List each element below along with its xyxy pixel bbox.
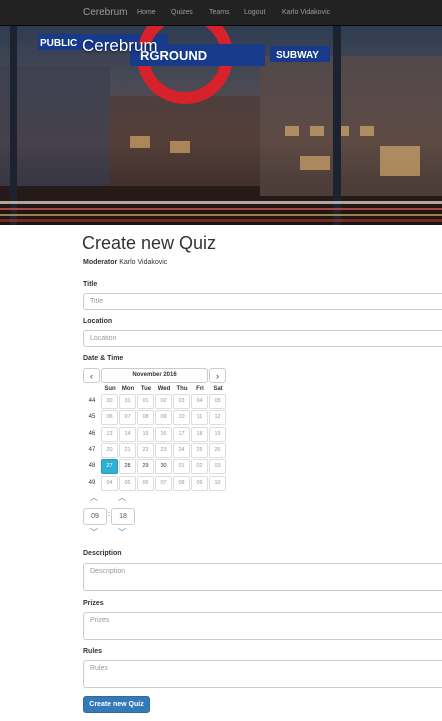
calendar-day[interactable]: 04	[191, 394, 208, 409]
calendar-day[interactable]: 01	[137, 394, 154, 409]
nav-link-quizes[interactable]: Quizes	[171, 9, 193, 16]
nav-link-teams[interactable]: Teams	[209, 9, 230, 16]
title-input[interactable]	[83, 293, 442, 310]
top-navbar: Cerebrum Home Quizes Teams Logout Karlo …	[0, 0, 442, 26]
week-number: 44	[88, 398, 96, 404]
navbar-brand[interactable]: Cerebrum	[83, 7, 127, 18]
calendar-day[interactable]: 09	[191, 475, 208, 491]
nav-link-logout[interactable]: Logout	[244, 9, 265, 16]
weekday-header: Wed	[157, 386, 171, 392]
calendar-day[interactable]: 29	[137, 459, 154, 475]
svg-text:SUBWAY: SUBWAY	[276, 50, 319, 61]
calendar-day[interactable]: 25	[191, 442, 208, 458]
rules-textarea[interactable]	[83, 660, 442, 688]
calendar-day[interactable]: 30	[101, 394, 118, 409]
weekday-header: Mon	[121, 386, 135, 392]
calendar-day[interactable]: 02	[191, 459, 208, 475]
chevron-left-icon: ‹	[90, 370, 93, 381]
calendar-day[interactable]: 05	[209, 394, 226, 409]
week-number: 47	[88, 446, 96, 453]
datetime-label: Date & Time	[83, 355, 124, 362]
calendar-day[interactable]: 23	[155, 442, 172, 458]
week-number: 46	[88, 430, 96, 437]
minute-increment-chevron-up-icon[interactable]: ︿	[112, 492, 132, 503]
location-input[interactable]	[83, 330, 442, 347]
calendar-day[interactable]: 05	[119, 475, 136, 491]
calendar-day[interactable]: 08	[173, 475, 190, 491]
calendar-day[interactable]: 19	[209, 426, 226, 442]
prizes-textarea[interactable]	[83, 612, 442, 640]
calendar-day[interactable]: 30	[155, 459, 172, 475]
location-label: Location	[83, 318, 113, 325]
minute-decrement-chevron-down-icon[interactable]: ﹀	[112, 527, 132, 538]
page-title: Create new Quiz	[82, 233, 217, 253]
calendar-day[interactable]: 10	[209, 475, 226, 491]
calendar-day[interactable]: 06	[101, 410, 118, 426]
moderator-name: Karlo Vidakovic	[119, 259, 168, 266]
calendar-day[interactable]: 24	[173, 442, 190, 458]
calendar-day-selected[interactable]: 27	[101, 459, 118, 475]
calendar-day[interactable]: 31	[119, 394, 136, 409]
calendar-day[interactable]: 04	[101, 475, 118, 491]
calendar-day[interactable]: 07	[155, 475, 172, 491]
weekday-header: Thu	[176, 386, 188, 392]
calendar-day[interactable]: 03	[209, 459, 226, 475]
calendar-day[interactable]: 22	[137, 442, 154, 458]
weekday-header: Fri	[196, 386, 204, 392]
time-separator: :	[108, 511, 110, 518]
calendar-day[interactable]: 26	[209, 442, 226, 458]
calendar-day[interactable]: 18	[191, 426, 208, 442]
calendar-day[interactable]: 09	[155, 410, 172, 426]
minute-input[interactable]: 18	[111, 508, 135, 525]
hero-banner: SUBWAY PUBLIC RGROUND Cerebrum	[0, 26, 442, 225]
hour-input[interactable]: 09	[83, 508, 107, 525]
calendar-day[interactable]: 10	[173, 410, 190, 426]
calendar-day[interactable]: 17	[173, 426, 190, 442]
calendar-day[interactable]: 16	[155, 426, 172, 442]
calendar-day[interactable]: 01	[173, 459, 190, 475]
week-number: 45	[88, 414, 96, 421]
prizes-label: Prizes	[83, 600, 104, 607]
chevron-right-icon: ›	[216, 370, 219, 381]
week-number: 49	[88, 479, 96, 486]
calendar-day[interactable]: 13	[101, 426, 118, 442]
moderator-label: Moderator	[83, 259, 118, 266]
nav-link-user[interactable]: Karlo Vidakovic	[282, 9, 330, 16]
hour-increment-chevron-up-icon[interactable]: ︿	[84, 492, 104, 503]
calendar-day[interactable]: 07	[119, 410, 136, 426]
description-label: Description	[83, 550, 122, 557]
calendar-day[interactable]: 08	[137, 410, 154, 426]
calendar-day[interactable]: 02	[155, 394, 172, 409]
datepicker-prev-button[interactable]: ‹	[83, 368, 100, 383]
calendar-day[interactable]: 03	[173, 394, 190, 409]
svg-text:PUBLIC: PUBLIC	[40, 38, 77, 49]
calendar-day[interactable]: 28	[119, 459, 136, 475]
hero-title: Cerebrum	[82, 36, 158, 55]
datepicker-month-switch[interactable]: November 2016	[101, 368, 208, 383]
weekday-header: Tue	[140, 386, 152, 392]
calendar-day[interactable]: 21	[119, 442, 136, 458]
moderator-info: Moderator Karlo Vidakovic	[83, 259, 167, 266]
rules-label: Rules	[83, 648, 103, 655]
calendar-day[interactable]: 20	[101, 442, 118, 458]
create-quiz-button[interactable]: Create new Quiz	[83, 696, 150, 713]
hour-decrement-chevron-down-icon[interactable]: ﹀	[84, 527, 104, 538]
description-textarea[interactable]	[83, 563, 442, 591]
weekday-header: Sat	[213, 386, 223, 392]
hero-photo: SUBWAY PUBLIC RGROUND	[0, 26, 442, 225]
week-number: 48	[88, 463, 96, 470]
datepicker-next-button[interactable]: ›	[209, 368, 226, 383]
calendar-day[interactable]: 15	[137, 426, 154, 442]
calendar-day[interactable]: 12	[209, 410, 226, 426]
nav-link-home[interactable]: Home	[137, 9, 156, 16]
calendar-day[interactable]: 11	[191, 410, 208, 426]
weekday-header: Sun	[104, 386, 116, 392]
title-label: Title	[83, 281, 98, 288]
calendar-day[interactable]: 14	[119, 426, 136, 442]
calendar-day[interactable]: 06	[137, 475, 154, 491]
